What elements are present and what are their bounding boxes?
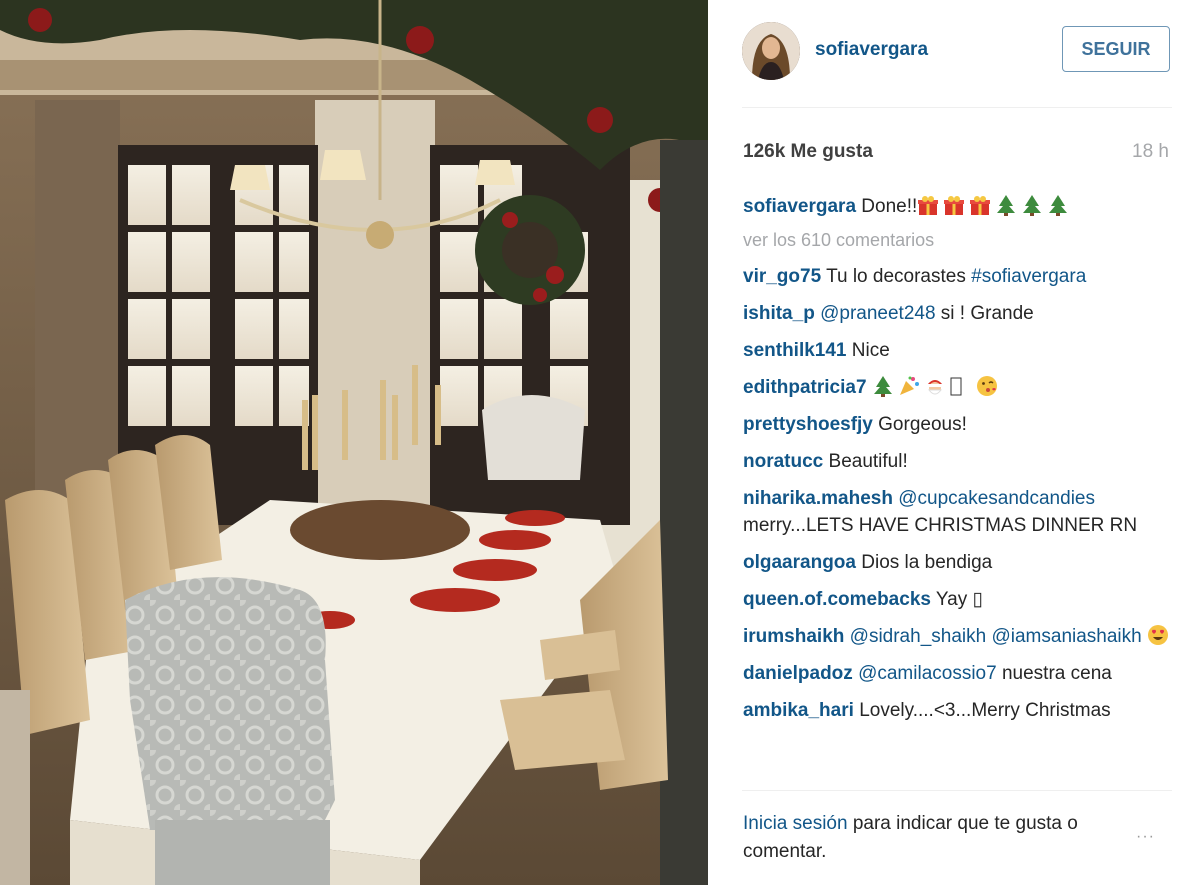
timestamp[interactable]: 18 h [1132,141,1169,163]
caption-text: Done!! [861,196,918,217]
christmas-tree-icon [1021,194,1043,217]
comment-username[interactable]: danielpadoz [743,663,853,684]
heart-eyes-face-icon [1147,624,1169,646]
comment: danielpadoz @camilacossio7 nuestra cena [743,660,1178,687]
comment: prettyshoesfjy Gorgeous! [743,411,1178,438]
username[interactable]: sofiavergara [815,39,928,61]
comment: irumshaikh @sidrah_shaikh @iamsaniashaik… [743,623,1178,650]
christmas-tree-icon [995,194,1017,217]
comments-list: sofiavergara Done!! ver los 610 comentar… [743,193,1178,734]
comment-text: nuestra cena [996,663,1112,685]
divider [742,790,1172,791]
comment: edithpatricia7 [743,374,1178,401]
santa-icon [924,375,946,397]
comment-text: Lovely....<3...Merry Christmas [859,700,1111,722]
christmas-tree-icon [1047,194,1069,217]
likes-count[interactable]: 126k Me gusta [743,141,873,163]
gift-icon [917,194,939,216]
login-prompt: Inicia sesión para indicar que te gusta … [743,810,1123,866]
comment: ambika_hari Lovely....<3...Merry Christm… [743,697,1178,724]
comment-username[interactable]: irumshaikh [743,626,844,647]
comment-mention[interactable]: @praneet248 [820,303,935,324]
comment: vir_go75 Tu lo decorastes #sofiavergara [743,263,1178,290]
caption-emojis [917,193,1073,220]
comment-username[interactable]: noratucc [743,451,823,472]
comment-username[interactable]: niharika.mahesh [743,488,893,509]
comment-username[interactable]: ishita_p [743,303,815,324]
comment-username[interactable]: ambika_hari [743,700,854,721]
comment-text: si ! Grande [935,303,1034,325]
comment-mention[interactable]: @cupcakesandcandies [898,488,1095,509]
christmas-tree-icon [872,375,894,398]
comment-mention[interactable]: @camilacossio7 [858,663,997,684]
more-options-icon[interactable]: ··· [1136,828,1155,846]
dining-room-photo [0,0,708,885]
comment-username[interactable]: queen.of.comebacks [743,589,931,610]
comment-username[interactable]: vir_go75 [743,266,821,287]
comment-text: Beautiful! [828,451,908,473]
comment-text: Tu lo decorastes [826,266,972,288]
kissing-face-icon [976,375,998,397]
comment-text: merry...LETS HAVE CHRISTMAS DINNER RN [743,515,1138,537]
comment-mention[interactable]: @iamsaniashaikh [991,626,1141,647]
avatar[interactable] [742,22,800,80]
comment-hashtag[interactable]: #sofiavergara [971,266,1086,287]
comment-username[interactable]: olgaarangoa [743,552,856,573]
follow-button[interactable]: SEGUIR [1062,26,1170,72]
comment: ishita_p @praneet248 si ! Grande [743,300,1178,327]
comment: senthilk141 Nice [743,337,1178,364]
comment-username[interactable]: edithpatricia7 [743,377,867,398]
comment: niharika.mahesh @cupcakesandcandies merr… [743,485,1178,539]
comment-username[interactable]: prettyshoesfjy [743,414,873,435]
caption: sofiavergara Done!! [743,193,1178,220]
comment: queen.of.comebacks Yay ▯ [743,586,1178,613]
comment-text: Gorgeous! [878,414,967,436]
comment-text: Yay ▯ [935,589,983,611]
caption-username[interactable]: sofiavergara [743,196,856,217]
comment-text: Nice [851,340,890,362]
comment-username[interactable]: senthilk141 [743,340,847,361]
divider [742,107,1172,108]
post-header: sofiavergara SEGUIR [742,22,1172,80]
comment-mention[interactable]: @sidrah_shaikh [850,626,987,647]
party-popper-icon [898,375,920,397]
gift-icon [969,194,991,216]
post-photo[interactable] [0,0,708,885]
comment-text: Dios la bendiga [861,552,993,574]
gift-icon [943,194,965,216]
comment: noratucc Beautiful! [743,448,1178,475]
view-all-comments-link[interactable]: ver los 610 comentarios [743,230,1178,251]
missing-glyph-icon [950,375,972,397]
post-sidebar: sofiavergara SEGUIR 126k Me gusta 18 h s… [708,0,1200,885]
comment: olgaarangoa Dios la bendiga [743,549,1178,576]
avatar-image [742,22,800,80]
login-link[interactable]: Inicia sesión [743,813,848,834]
